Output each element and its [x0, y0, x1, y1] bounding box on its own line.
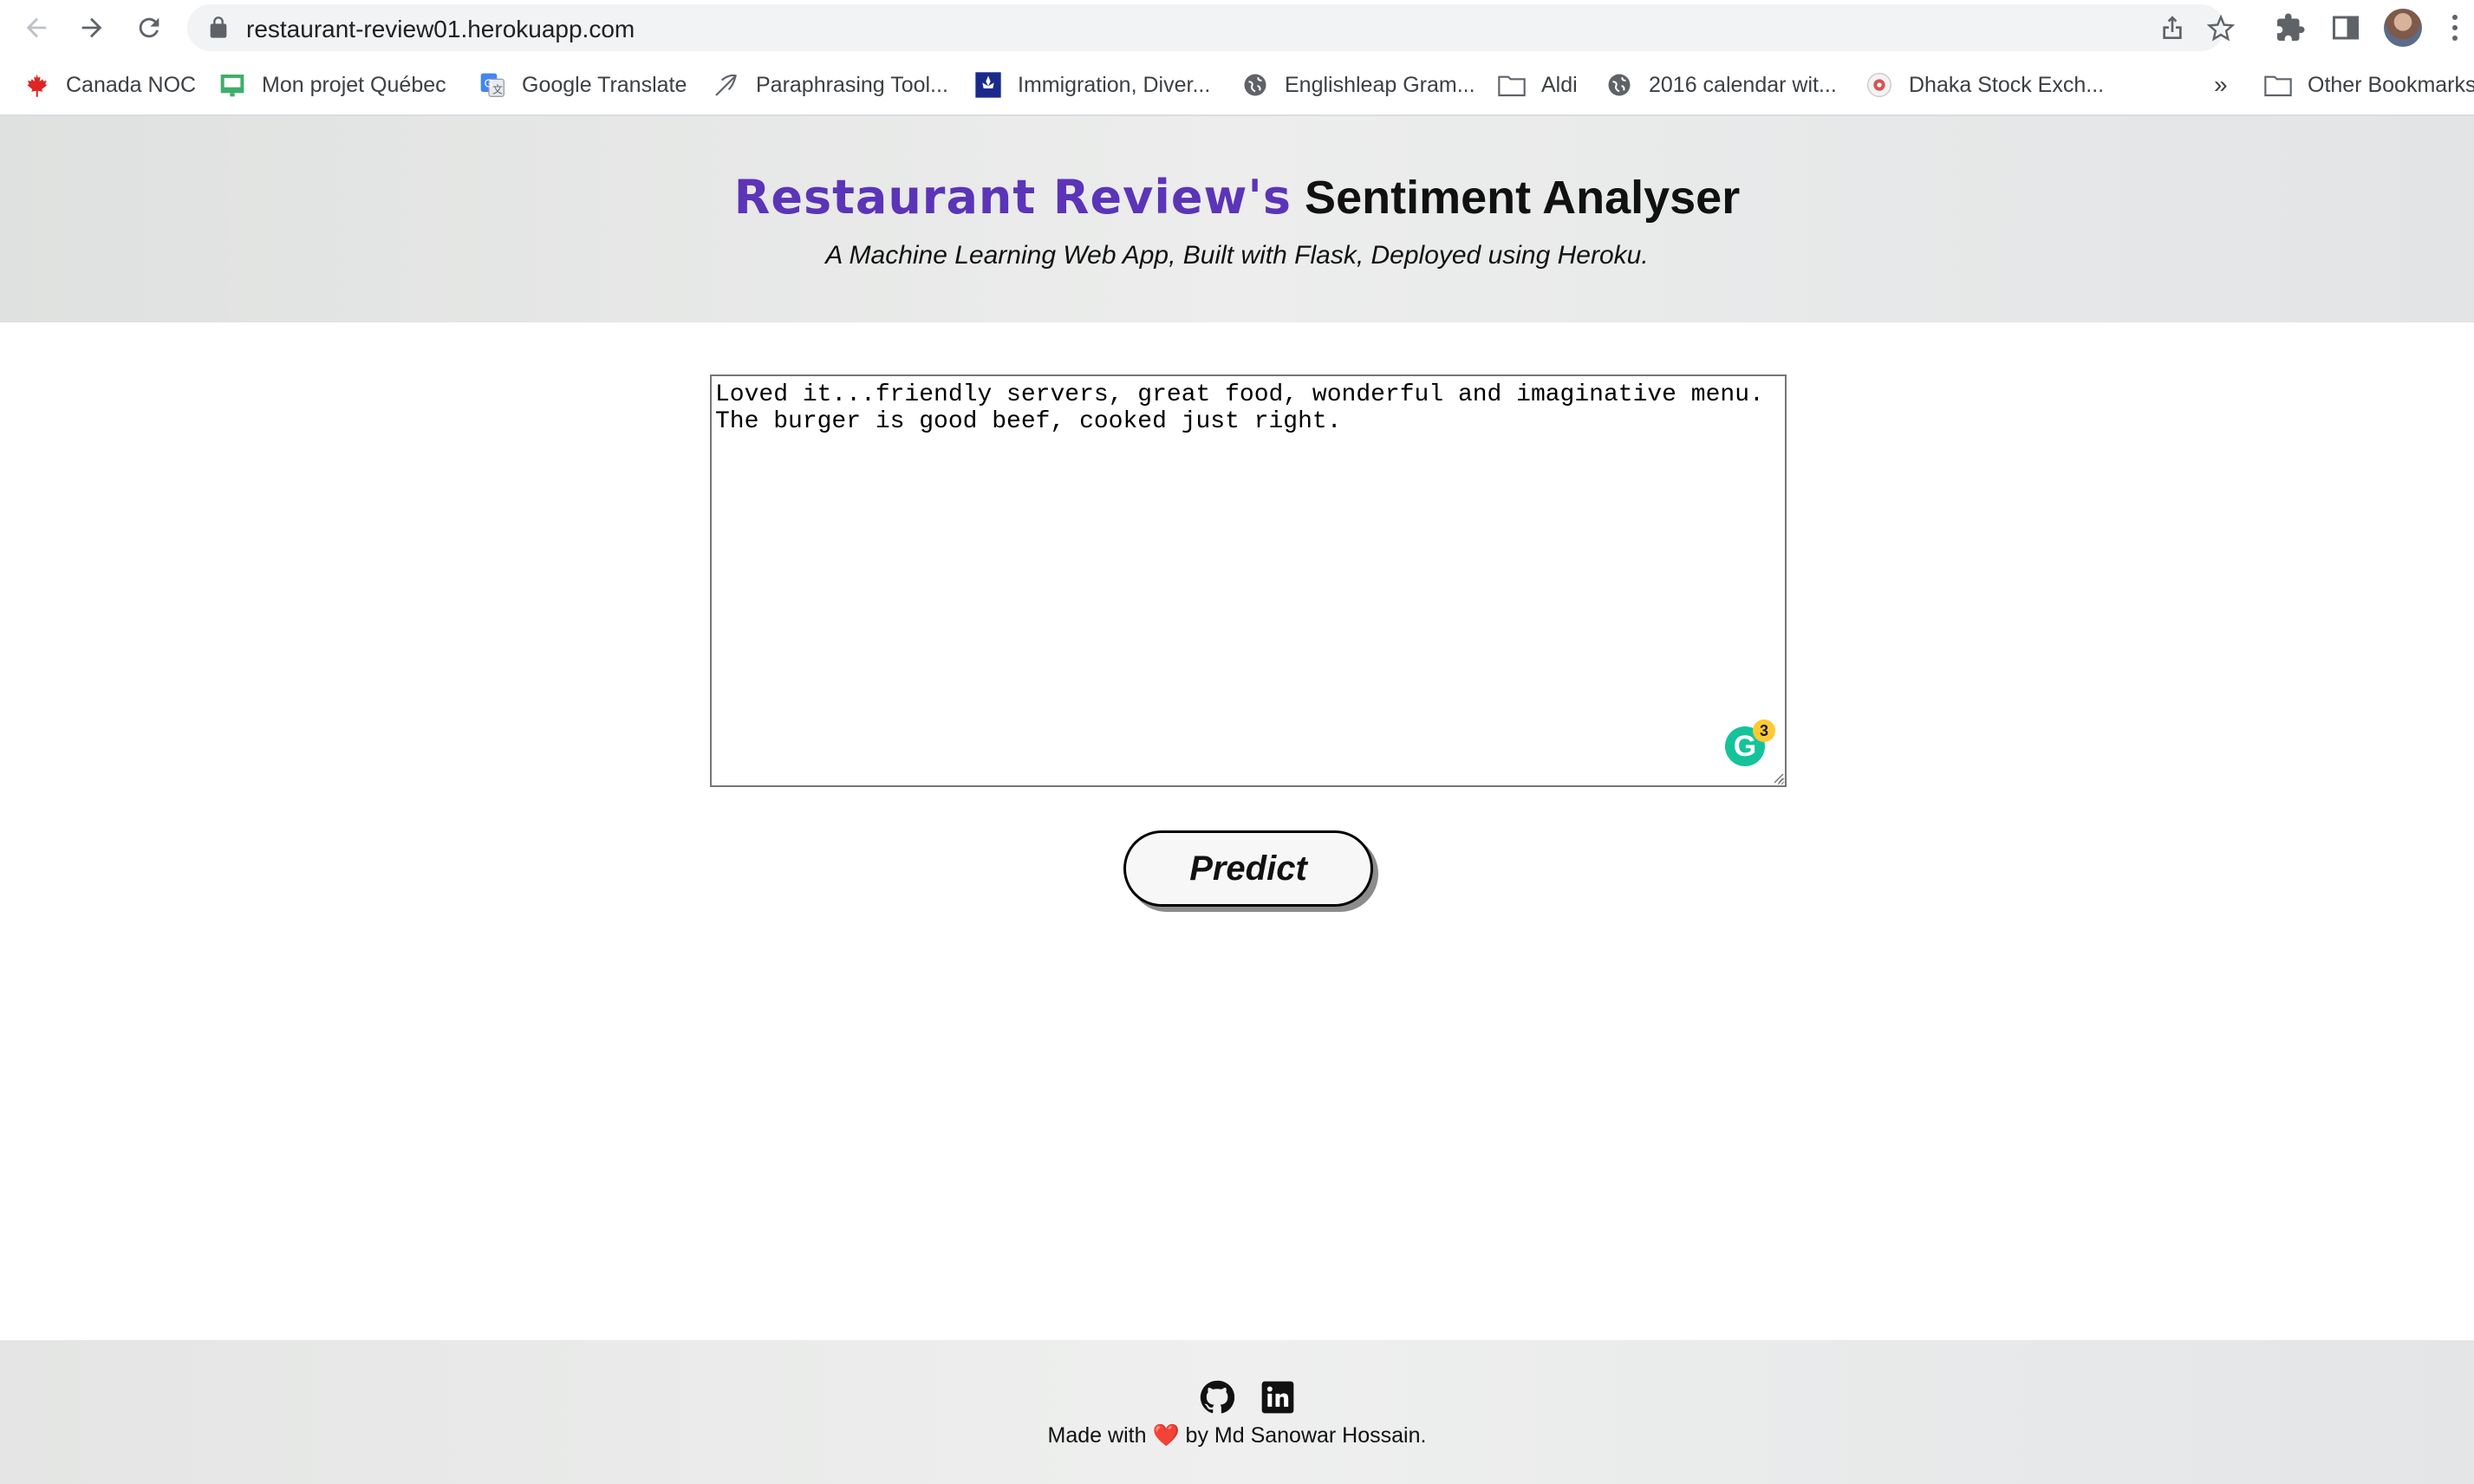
url-text[interactable]: restaurant-review01.herokuapp.com	[246, 16, 635, 43]
bookmark-dhaka-stock-exchange[interactable]: Dhaka Stock Exch...	[1865, 69, 2104, 101]
translate-icon: G文	[479, 71, 506, 99]
globe-icon	[1605, 71, 1633, 99]
share-icon[interactable]	[2158, 15, 2186, 42]
address-bar[interactable]: restaurant-review01.herokuapp.com	[187, 4, 2235, 51]
quebec-flag-icon	[974, 71, 1002, 99]
project-icon	[218, 71, 246, 99]
grammarly-count-badge: 3	[1753, 719, 1775, 742]
forward-button[interactable]	[73, 9, 111, 47]
profile-avatar[interactable]	[2384, 9, 2422, 47]
made-with-text: Made with	[1047, 1423, 1147, 1448]
browser-toolbar: restaurant-review01.herokuapp.com	[0, 0, 2474, 55]
bookmark-label: Canada NOC	[66, 72, 197, 97]
maple-leaf-icon	[23, 71, 50, 99]
page-footer: Made with ❤️ by Md Sanowar Hossain.	[0, 1340, 2474, 1484]
other-bookmarks[interactable]: Other Bookmarks	[2264, 69, 2474, 101]
bookmark-label: 2016 calendar wit...	[1649, 72, 1837, 97]
bookmark-label: Immigration, Diver...	[1018, 72, 1211, 97]
bookmark-label: Dhaka Stock Exch...	[1909, 72, 2105, 97]
bookmark-2016-calendar[interactable]: 2016 calendar wit...	[1605, 69, 1837, 101]
bookmark-star-icon[interactable]	[2207, 15, 2235, 42]
dse-icon	[1865, 71, 1893, 99]
resize-grip-icon[interactable]	[1770, 770, 1784, 784]
github-icon[interactable]	[1200, 1380, 1235, 1415]
folder-icon	[2264, 71, 2292, 99]
bookmark-paraphrasing-tool[interactable]: Paraphrasing Tool...	[713, 69, 948, 101]
author-text: by Md Sanowar Hossain.	[1185, 1423, 1427, 1448]
bookmark-label: Englishleap Gram...	[1285, 72, 1475, 97]
linkedin-icon[interactable]	[1260, 1380, 1295, 1415]
bookmark-mon-projet-quebec[interactable]: Mon projet Québec	[218, 69, 446, 101]
bookmark-label: Aldi	[1541, 72, 1578, 97]
feather-icon	[713, 71, 740, 99]
browser-menu-button[interactable]	[2446, 12, 2464, 43]
bookmark-aldi[interactable]: Aldi	[1498, 69, 1578, 101]
bookmark-label: Google Translate	[522, 72, 687, 97]
back-arrow-icon	[26, 17, 47, 38]
bookmark-label: Paraphrasing Tool...	[756, 72, 948, 97]
other-bookmarks-label: Other Bookmarks	[2308, 72, 2474, 97]
bookmark-label: Mon projet Québec	[262, 72, 446, 97]
bookmark-canada-noc[interactable]: Canada NOC	[23, 69, 196, 101]
page-header: Restaurant Review's Sentiment Analyser A…	[0, 116, 2474, 322]
svg-text:文: 文	[492, 82, 503, 95]
folder-icon	[1498, 71, 1526, 99]
title-brand: Restaurant Review's	[733, 170, 1292, 225]
bookmark-google-translate[interactable]: G文 Google Translate	[479, 69, 687, 101]
title-rest: Sentiment Analyser	[1292, 172, 1741, 224]
predict-button[interactable]: Predict	[1123, 830, 1373, 907]
footer-credit: Made with ❤️ by Md Sanowar Hossain.	[0, 1423, 2474, 1448]
bookmark-immigration[interactable]: Immigration, Diver...	[974, 69, 1210, 101]
globe-icon	[1241, 71, 1269, 99]
bookmarks-overflow-button[interactable]: »	[2214, 69, 2228, 101]
heart-icon: ❤️	[1152, 1423, 1180, 1448]
side-panel-icon[interactable]	[2330, 12, 2361, 43]
lock-icon	[210, 16, 227, 38]
page-title: Restaurant Review's Sentiment Analyser	[0, 170, 2474, 225]
page-subtitle: A Machine Learning Web App, Built with F…	[825, 241, 1649, 270]
bookmarks-bar: Canada NOC Mon projet Québec G文 Google T…	[0, 55, 2474, 116]
back-button[interactable]	[17, 9, 55, 47]
reload-icon	[139, 17, 160, 38]
bookmark-englishleap[interactable]: Englishleap Gram...	[1241, 69, 1475, 101]
review-textarea[interactable]: Loved it...friendly servers, great food,…	[710, 374, 1787, 787]
social-links	[1200, 1380, 1295, 1415]
forward-arrow-icon	[81, 17, 102, 38]
extensions-puzzle-icon[interactable]	[2275, 12, 2306, 43]
overflow-chevron-icon: »	[2214, 71, 2228, 98]
reload-button[interactable]	[130, 9, 168, 47]
